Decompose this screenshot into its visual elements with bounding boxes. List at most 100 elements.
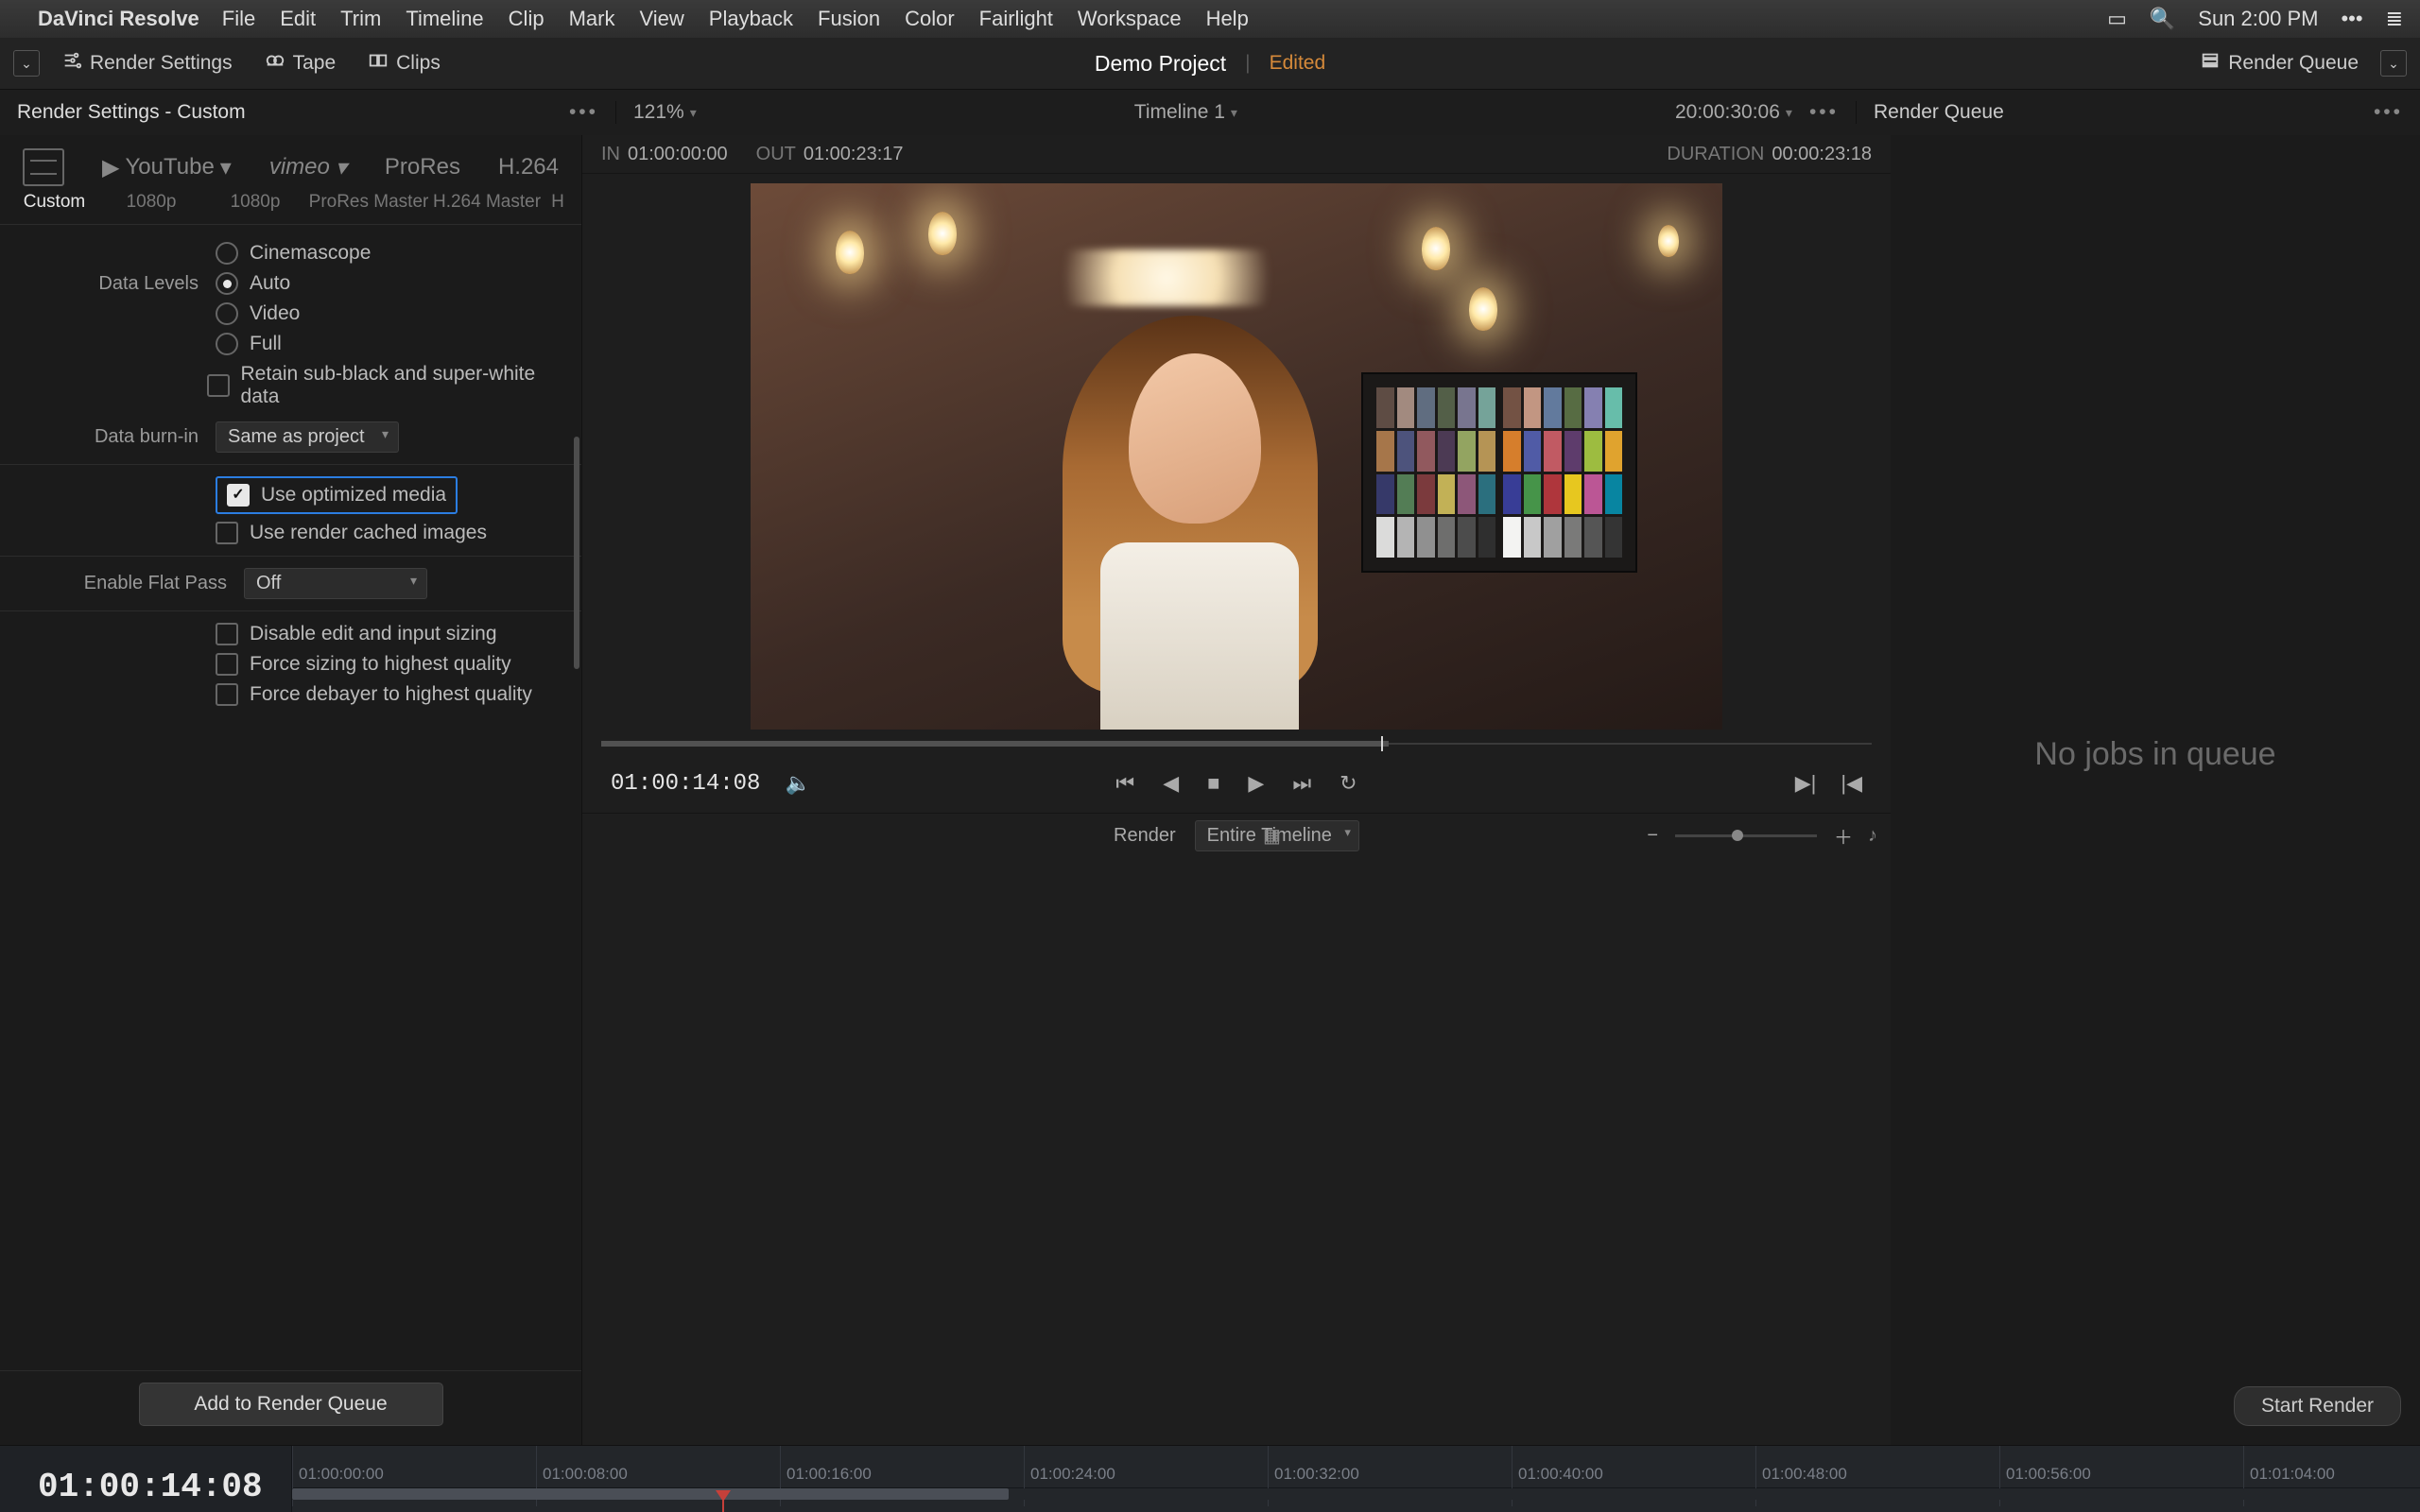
preset-label-yt1080[interactable]: 1080p xyxy=(99,192,203,213)
sliders-icon xyxy=(61,50,82,77)
check-force-sizing[interactable] xyxy=(216,653,238,676)
in-timecode[interactable]: 01:00:00:00 xyxy=(628,144,728,164)
menu-view[interactable]: View xyxy=(639,7,683,31)
viewer-zoom[interactable]: 121% xyxy=(633,101,697,124)
menu-timeline[interactable]: Timeline xyxy=(406,7,483,31)
out-label: OUT xyxy=(756,144,796,164)
in-label: IN xyxy=(601,144,620,164)
menu-file[interactable]: File xyxy=(222,7,255,31)
check-retain[interactable] xyxy=(207,374,230,397)
preset-prores[interactable]: ProRes xyxy=(385,154,460,180)
timeline-zoom-slider[interactable] xyxy=(1675,834,1817,837)
zoom-in-icon[interactable]: ＋ xyxy=(1834,822,1853,850)
preset-label-more[interactable]: H xyxy=(544,192,572,213)
play-icon[interactable]: ▶ xyxy=(1248,771,1264,796)
check-force-debayer[interactable] xyxy=(216,683,238,706)
viewer-scrub-bar[interactable] xyxy=(601,733,1872,754)
render-settings-body: Cinemascope Data LevelsAuto Video Full R… xyxy=(0,225,581,1370)
render-settings-title: Render Settings - Custom xyxy=(17,101,246,124)
project-duration[interactable]: 20:00:30:06 xyxy=(1675,101,1792,124)
menu-trim[interactable]: Trim xyxy=(340,7,381,31)
render-settings-menu[interactable]: ••• xyxy=(569,101,598,124)
preset-label-h264[interactable]: H.264 Master xyxy=(430,192,544,213)
radio-full[interactable] xyxy=(216,333,238,355)
preset-label-prores[interactable]: ProRes Master xyxy=(307,192,430,213)
preset-label-custom[interactable]: Custom xyxy=(9,192,99,213)
duration-timecode: 00:00:23:18 xyxy=(1772,144,1872,164)
next-clip-icon[interactable]: ▶| xyxy=(1795,771,1817,796)
control-center-icon[interactable]: ▭ xyxy=(2107,7,2127,31)
tape-toggle[interactable]: Tape xyxy=(254,45,347,81)
app-name[interactable]: DaVinci Resolve xyxy=(38,7,199,31)
timeline-selector[interactable]: Timeline 1 xyxy=(1134,101,1237,124)
preset-youtube[interactable]: ▶ YouTube ▾ xyxy=(102,154,232,181)
timeline-tracks[interactable]: 01:00:00:00 01:00:08:00 01:00:16:00 01:0… xyxy=(292,1446,2420,1512)
playhead[interactable] xyxy=(722,1500,724,1512)
toolbar-right-dropdown[interactable]: ⌄ xyxy=(2380,50,2407,77)
menu-color[interactable]: Color xyxy=(905,7,955,31)
zoom-out-icon[interactable]: − xyxy=(1647,825,1658,847)
render-range-bar[interactable] xyxy=(292,1488,2420,1500)
check-disable-sizing[interactable] xyxy=(216,623,238,645)
render-scope-label: Render xyxy=(1114,825,1176,847)
render-settings-label: Render Settings xyxy=(90,52,233,75)
spotlight-icon[interactable]: 🔍 xyxy=(2150,7,2175,31)
preset-custom-icon[interactable] xyxy=(23,148,64,186)
toolbar-left-dropdown[interactable]: ⌄ xyxy=(13,50,40,77)
viewer-timecode[interactable]: 01:00:14:08 xyxy=(611,771,760,797)
menu-clip[interactable]: Clip xyxy=(509,7,544,31)
preset-h264[interactable]: H.264 xyxy=(498,154,559,180)
preset-labels: Custom 1080p 1080p ProRes Master H.264 M… xyxy=(0,192,581,225)
loop-icon[interactable]: ↻ xyxy=(1340,771,1357,796)
clips-toggle[interactable]: Clips xyxy=(357,45,451,81)
timeline-ruler[interactable]: 01:00:00:00 01:00:08:00 01:00:16:00 01:0… xyxy=(292,1446,2420,1488)
list-icon[interactable]: ≣ xyxy=(2386,7,2403,31)
step-back-icon[interactable]: ◀ xyxy=(1163,771,1179,796)
check-use-optimized-wrap[interactable]: Use optimized media xyxy=(216,476,458,514)
menu-edit[interactable]: Edit xyxy=(280,7,316,31)
tape-icon xyxy=(265,50,285,77)
add-to-render-queue-button[interactable]: Add to Render Queue xyxy=(139,1383,443,1426)
select-flat-pass[interactable]: Off xyxy=(244,568,427,599)
timeline-timecode[interactable]: 01:00:14:08 xyxy=(0,1446,291,1512)
go-last-icon[interactable]: ⏭ xyxy=(1292,771,1311,796)
menu-fairlight[interactable]: Fairlight xyxy=(979,7,1053,31)
label-data-levels: Data Levels xyxy=(19,273,216,295)
radio-cinemascope[interactable] xyxy=(216,242,238,265)
render-queue-menu[interactable]: ••• xyxy=(2374,101,2403,124)
preset-label-vm1080[interactable]: 1080p xyxy=(203,192,307,213)
check-use-optimized[interactable] xyxy=(227,484,250,507)
clock[interactable]: Sun 2:00 PM xyxy=(2198,7,2318,31)
render-settings-panel: ▶ YouTube ▾ vimeo ▾ ProRes H.264 Custom … xyxy=(0,135,582,1445)
project-status: Edited xyxy=(1270,52,1326,75)
select-burn-in[interactable]: Same as project xyxy=(216,421,399,453)
radio-video[interactable] xyxy=(216,302,238,325)
menu-fusion[interactable]: Fusion xyxy=(818,7,880,31)
menu-mark[interactable]: Mark xyxy=(569,7,615,31)
render-queue-toggle[interactable]: Render Queue xyxy=(2189,45,2369,81)
menu-workspace[interactable]: Workspace xyxy=(1078,7,1182,31)
label-cinemascope: Cinemascope xyxy=(250,242,371,265)
tape-label: Tape xyxy=(293,52,337,75)
macos-menubar: DaVinci Resolve File Edit Trim Timeline … xyxy=(0,0,2420,38)
render-settings-toggle[interactable]: Render Settings xyxy=(51,45,243,81)
viewer-menu[interactable]: ••• xyxy=(1809,101,1839,124)
overflow-icon[interactable]: ••• xyxy=(2341,7,2362,31)
start-render-button[interactable]: Start Render xyxy=(2234,1386,2401,1426)
menu-playback[interactable]: Playback xyxy=(709,7,793,31)
radio-auto[interactable] xyxy=(216,272,238,295)
thumbnail-view-icon[interactable]: ▦ xyxy=(1263,824,1281,848)
prev-clip-icon[interactable]: |◀ xyxy=(1841,771,1862,796)
stop-icon[interactable]: ■ xyxy=(1207,771,1219,796)
menu-help[interactable]: Help xyxy=(1206,7,1249,31)
out-timecode[interactable]: 01:00:23:17 xyxy=(804,144,904,164)
check-use-cached[interactable] xyxy=(216,522,238,544)
mute-icon[interactable]: 🔈 xyxy=(785,771,810,796)
color-checker-chart xyxy=(1361,372,1637,573)
go-first-icon[interactable]: ⏮ xyxy=(1115,771,1134,796)
preset-vimeo[interactable]: vimeo ▾ xyxy=(269,154,347,181)
audio-meter-icon[interactable]: ♪ xyxy=(1868,825,1877,847)
render-queue-label: Render Queue xyxy=(2228,52,2359,75)
program-viewer[interactable] xyxy=(751,183,1722,730)
settings-scrollbar[interactable] xyxy=(574,437,579,669)
